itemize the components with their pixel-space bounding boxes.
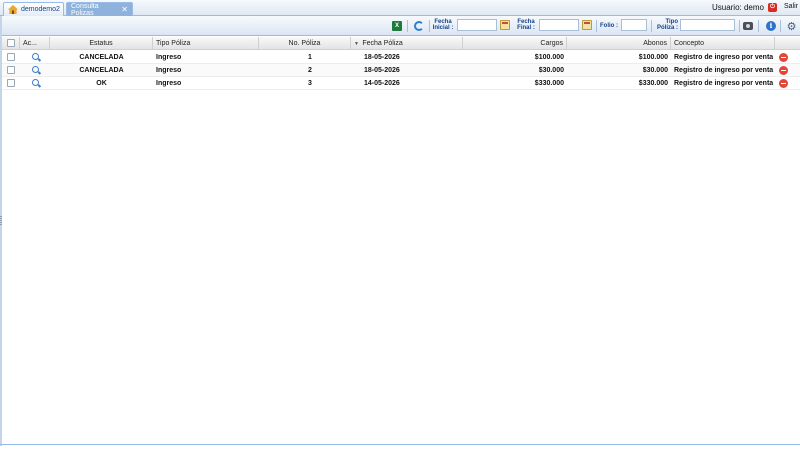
close-icon[interactable]: ✕ — [121, 5, 128, 14]
tab-consulta-polizas[interactable]: Consulta Polizas ✕ — [66, 2, 133, 17]
select-all-header[interactable] — [2, 37, 20, 50]
calendar-icon[interactable] — [582, 20, 592, 30]
fecha-inicial-label: Fecha Inicial : — [432, 19, 454, 31]
fecha-final-label: Fecha Final : — [517, 19, 535, 31]
row-checkbox[interactable] — [7, 79, 15, 87]
cell-abonos: $330.000 — [638, 80, 668, 87]
cell-no-poliza: 2 — [308, 67, 312, 74]
search-icon[interactable] — [32, 66, 39, 73]
info-icon: i — [766, 21, 776, 31]
folio-input[interactable] — [621, 19, 647, 31]
print-button[interactable] — [743, 16, 753, 36]
cell-concepto: Registro de ingreso por venta d... — [674, 54, 775, 61]
column-header-delete — [775, 37, 800, 50]
table-row[interactable]: OK Ingreso 3 14-05-2026 $330.000 $330.00… — [2, 77, 800, 90]
refresh-icon — [414, 21, 424, 31]
logout-link[interactable]: Salir — [784, 3, 798, 10]
toolbar: X Fecha Inicial : Fecha Final : Folio : … — [2, 16, 800, 36]
delete-icon[interactable] — [779, 66, 788, 75]
calendar-icon[interactable] — [500, 20, 510, 30]
info-button[interactable]: i — [766, 16, 776, 36]
column-header-acciones[interactable]: Ac... — [20, 37, 50, 50]
settings-icon: ⚙ — [786, 19, 797, 33]
excel-export-button[interactable]: X — [392, 16, 402, 36]
toolbar-separator — [651, 20, 652, 32]
toolbar-separator — [407, 20, 408, 32]
cell-fecha-poliza: 14-05-2026 — [364, 80, 400, 87]
logout-icon[interactable]: ⏻ — [768, 3, 777, 12]
cell-cargos: $30.000 — [538, 67, 564, 74]
table-row[interactable]: CANCELADA Ingreso 2 18-05-2026 $30.000 $… — [2, 64, 800, 77]
cell-no-poliza: 3 — [308, 80, 312, 87]
camera-icon — [743, 22, 753, 30]
toolbar-separator — [780, 20, 781, 32]
toolbar-separator — [429, 20, 430, 32]
sort-desc-icon: ▼ — [354, 41, 361, 47]
fecha-inicial-input[interactable] — [457, 19, 497, 31]
tab-consulta-polizas-label: Consulta Polizas — [71, 2, 99, 17]
toolbar-separator — [739, 20, 740, 32]
cell-concepto: Registro de ingreso por venta d... — [674, 67, 775, 74]
tab-bar: demodemo2 Consulta Polizas ✕ Usuario: de… — [0, 0, 800, 17]
bottom-border — [0, 444, 800, 445]
cell-abonos: $30.000 — [642, 67, 668, 74]
tipo-poliza-input[interactable] — [680, 19, 735, 31]
cell-estatus: OK — [96, 80, 107, 87]
cell-cargos: $100.000 — [534, 54, 564, 61]
toolbar-separator — [758, 20, 759, 32]
table-row[interactable]: CANCELADA Ingreso 1 18-05-2026 $100.000 … — [2, 51, 800, 64]
row-checkbox[interactable] — [7, 66, 15, 74]
cell-fecha-poliza: 18-05-2026 — [364, 54, 400, 61]
user-label: Usuario: demo — [711, 3, 764, 12]
folio-label: Folio : — [600, 23, 618, 29]
fecha-final-input[interactable] — [539, 19, 579, 31]
column-header-fecha-poliza[interactable]: ▼ Fecha Póliza — [351, 37, 463, 50]
delete-icon[interactable] — [779, 79, 788, 88]
cell-tipo-poliza: Ingreso — [156, 80, 182, 87]
refresh-button[interactable] — [414, 16, 424, 36]
cell-estatus: CANCELADA — [79, 54, 124, 61]
cell-no-poliza: 1 — [308, 54, 312, 61]
cell-concepto: Registro de ingreso por venta d... — [674, 80, 775, 87]
toolbar-separator — [596, 20, 597, 32]
cell-cargos: $330.000 — [534, 80, 564, 87]
cell-tipo-poliza: Ingreso — [156, 67, 182, 74]
search-icon[interactable] — [32, 79, 39, 86]
grid-header: Ac... Estatus Tipo Póliza No. Póliza ▼ F… — [2, 37, 800, 50]
column-header-abonos[interactable]: Abonos — [567, 37, 671, 50]
cell-tipo-poliza: Ingreso — [156, 54, 182, 61]
cell-fecha-poliza: 18-05-2026 — [364, 67, 400, 74]
tab-home[interactable]: demodemo2 — [3, 2, 64, 16]
column-header-no-poliza[interactable]: No. Póliza — [259, 37, 351, 50]
delete-icon[interactable] — [779, 53, 788, 62]
settings-button[interactable]: ⚙ — [786, 16, 797, 36]
tipo-poliza-label: Tipo Póliza : — [656, 19, 678, 31]
row-checkbox[interactable] — [7, 53, 15, 61]
excel-icon: X — [392, 21, 402, 31]
cell-estatus: CANCELADA — [79, 67, 124, 74]
select-all-checkbox[interactable] — [7, 39, 15, 47]
search-icon[interactable] — [32, 53, 39, 60]
home-icon — [8, 5, 18, 14]
column-header-tipo-poliza[interactable]: Tipo Póliza — [153, 37, 259, 50]
resize-grip[interactable] — [0, 216, 2, 226]
column-header-fecha-poliza-label: Fecha Póliza — [362, 40, 403, 47]
column-header-concepto[interactable]: Concepto — [671, 37, 775, 50]
tab-home-label: demodemo2 — [21, 6, 60, 13]
cell-abonos: $100.000 — [638, 54, 668, 61]
column-header-estatus[interactable]: Estatus — [50, 37, 153, 50]
column-header-cargos[interactable]: Cargos — [463, 37, 567, 50]
